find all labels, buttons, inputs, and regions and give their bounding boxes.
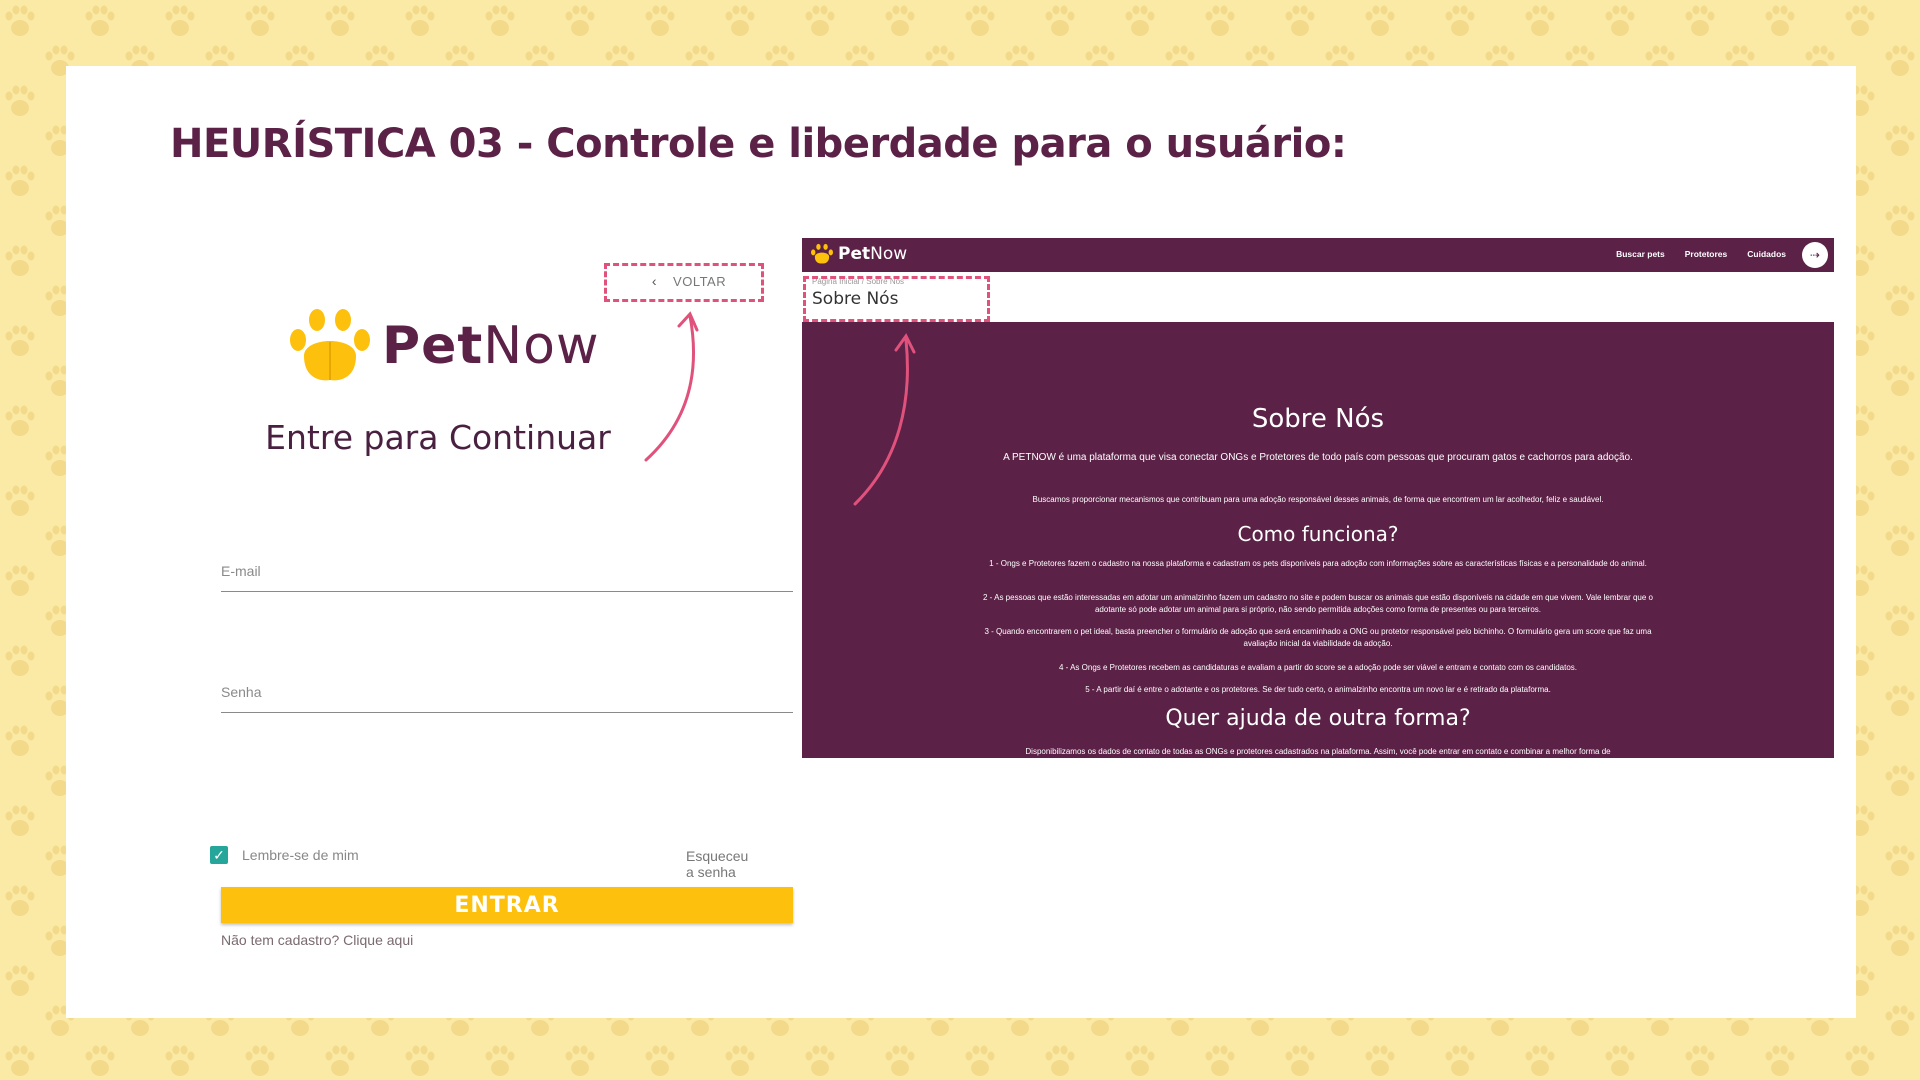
about-intro-2: Buscamos proporcionar mecanismos que con… (1032, 495, 1604, 504)
paw-icon (290, 309, 370, 381)
forgot-password-link[interactable]: Esqueceu a senha (686, 848, 748, 880)
how-it-works-title: Como funciona? (1237, 522, 1399, 546)
step-1: 1 - Ongs e Protetores fazem o cadastro n… (989, 559, 1647, 568)
site-logo[interactable]: PetNow (810, 243, 907, 265)
about-page-screenshot: PetNow Buscar pets Protetores Cuidados ⇢… (802, 238, 1834, 758)
email-field[interactable]: E-mail (221, 551, 793, 592)
about-section: Sobre Nós A PETNOW é uma plataforma que … (802, 322, 1834, 758)
entrar-button[interactable]: ENTRAR (221, 887, 793, 923)
email-label: E-mail (221, 563, 261, 579)
page-title: Sobre Nós (812, 289, 899, 309)
about-intro: A PETNOW é uma plataforma que visa conec… (1003, 452, 1633, 463)
chevron-left-icon: ‹ (651, 273, 658, 289)
nav-cuidados[interactable]: Cuidados (1747, 249, 1786, 259)
site-navbar: PetNow Buscar pets Protetores Cuidados ⇢ (802, 238, 1834, 272)
slide-title: HEURÍSTICA 03 - Controle e liberdade par… (170, 121, 1347, 167)
petnow-logo: PetNow (288, 306, 600, 386)
signup-link[interactable]: Não tem cadastro? Clique aqui (221, 932, 413, 948)
step-2: 2 - As pessoas que estão interessadas em… (983, 593, 1653, 614)
breadcrumb[interactable]: Página Inicial / Sobre Nós (812, 277, 904, 286)
login-icon[interactable]: ⇢ (1802, 242, 1828, 268)
password-field[interactable]: Senha (221, 672, 793, 713)
back-button-label: VOLTAR (673, 273, 727, 289)
paw-icon (811, 243, 833, 264)
step-3: 3 - Quando encontrarem o pet ideal, bast… (984, 627, 1652, 648)
remember-checkbox[interactable]: ✓ (210, 846, 228, 864)
help-title: Quer ajuda de outra forma? (1165, 706, 1471, 731)
logo-text: PetNow (382, 316, 600, 376)
step-5: 5 - A partir daí é entre o adotante e os… (1085, 685, 1551, 694)
remember-me: ✓ Lembre-se de mim (210, 846, 359, 864)
back-button[interactable]: ‹ VOLTAR (615, 264, 763, 298)
login-panel: ‹ VOLTAR PetNow Entre para Continuar E-m… (138, 236, 793, 948)
nav-protetores[interactable]: Protetores (1685, 249, 1728, 259)
slide-card: HEURÍSTICA 03 - Controle e liberdade par… (66, 66, 1856, 1018)
nav-buscar-pets[interactable]: Buscar pets (1616, 249, 1665, 259)
step-4: 4 - As Ongs e Protetores recebem as cand… (1058, 663, 1578, 672)
help-text: Disponibilizamos os dados de contato de … (1025, 747, 1611, 756)
login-heading: Entre para Continuar (265, 418, 611, 457)
about-title: Sobre Nós (1251, 404, 1385, 434)
remember-label: Lembre-se de mim (242, 847, 359, 863)
site-logo-text: PetNow (838, 244, 908, 264)
site-nav-links: Buscar pets Protetores Cuidados (1616, 249, 1786, 259)
password-label: Senha (221, 684, 262, 700)
